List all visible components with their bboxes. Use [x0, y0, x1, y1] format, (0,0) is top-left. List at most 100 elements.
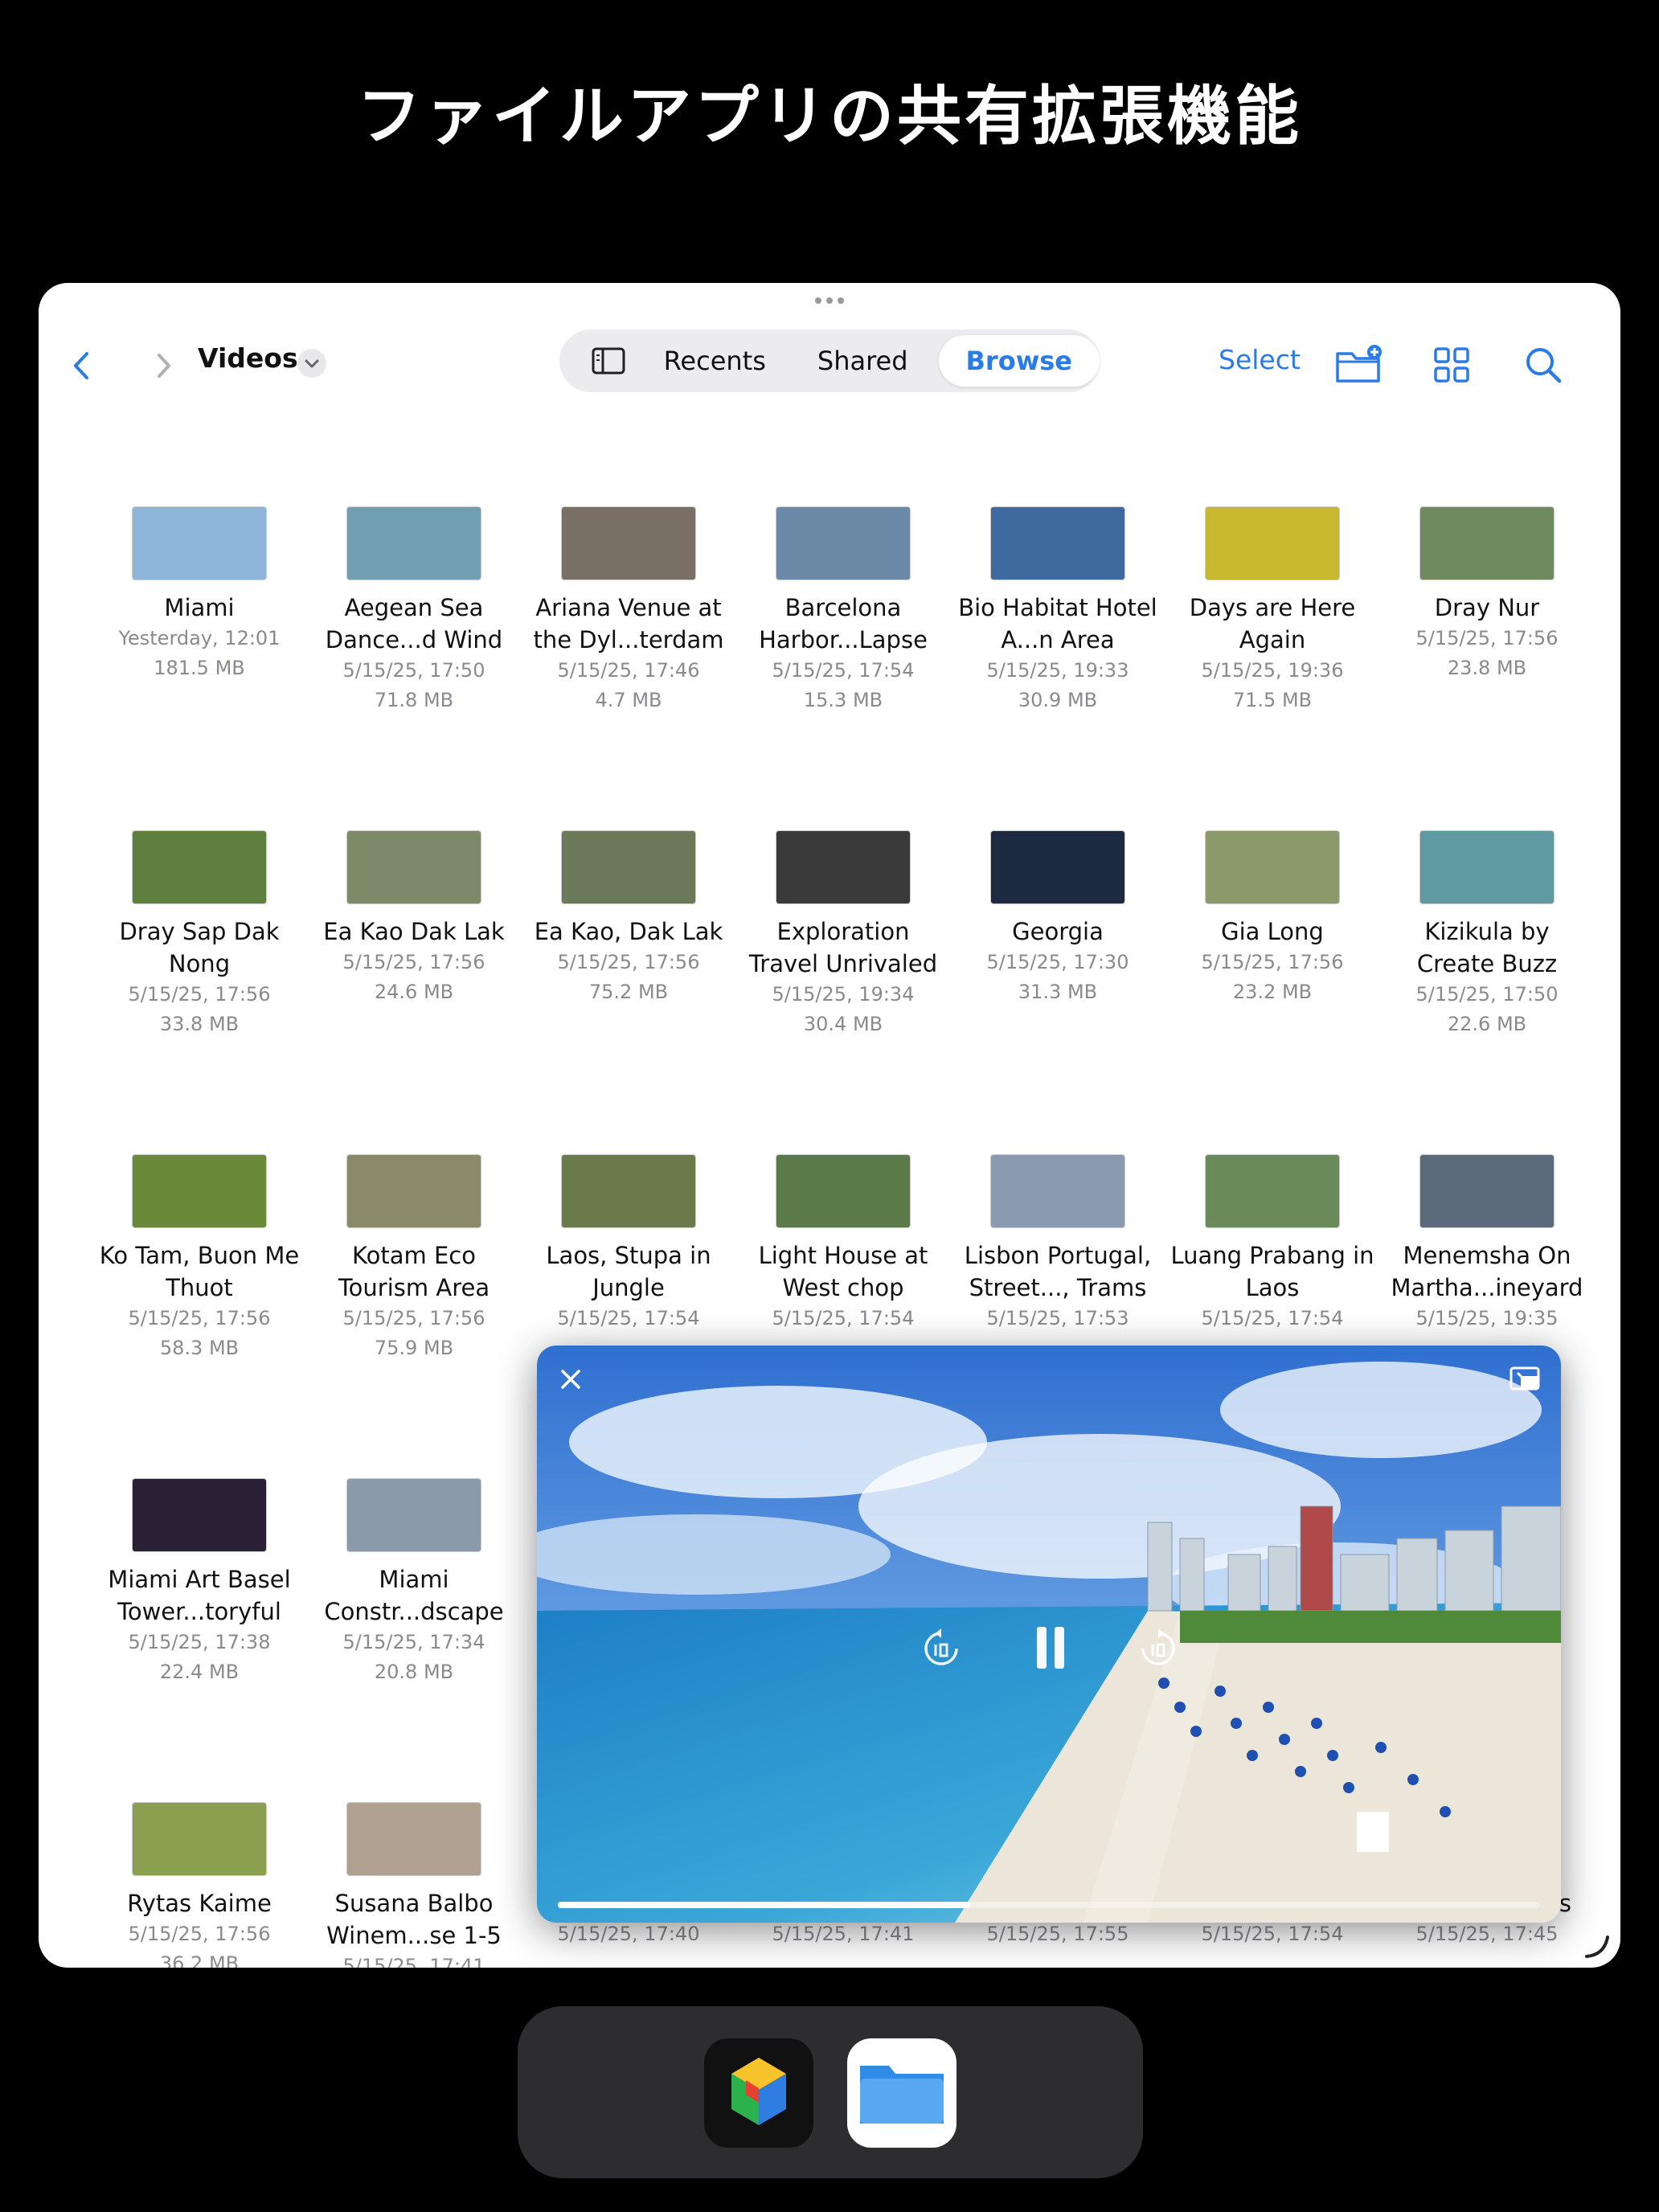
- file-tile[interactable]: Laos, Stupa in Jungle 5/15/25, 17:54: [524, 1154, 733, 1333]
- file-size: 30.4 MB: [803, 1013, 883, 1035]
- file-size: 71.5 MB: [1232, 689, 1313, 711]
- select-button[interactable]: Select: [1219, 344, 1301, 375]
- file-thumbnail[interactable]: [1205, 506, 1340, 580]
- search-icon[interactable]: [1518, 339, 1569, 391]
- file-size: 22.6 MB: [1447, 1013, 1527, 1035]
- file-thumbnail[interactable]: [132, 830, 267, 904]
- file-thumbnail[interactable]: [990, 1154, 1125, 1228]
- file-date: 5/15/25, 17:56: [128, 983, 271, 1006]
- file-name: Miami Art Basel Tower...toryful: [108, 1566, 291, 1625]
- file-tile[interactable]: Kizikula by Create Buzz 5/15/25, 17:50 22.…: [1382, 830, 1591, 1039]
- file-size: 71.8 MB: [374, 689, 454, 711]
- file-date: 5/15/25, 17:56: [128, 1307, 271, 1329]
- file-thumbnail[interactable]: [132, 506, 267, 580]
- file-thumbnail[interactable]: [1205, 830, 1340, 904]
- file-size: 20.8 MB: [374, 1661, 454, 1683]
- file-date: 5/15/25, 17:45: [1415, 1923, 1559, 1945]
- file-tile[interactable]: Dray Nur 5/15/25, 17:56 23.8 MB: [1382, 506, 1591, 683]
- file-thumbnail[interactable]: [346, 830, 481, 904]
- file-thumbnail[interactable]: [990, 830, 1125, 904]
- file-tile[interactable]: Light House at West chop 5/15/25, 17:54: [739, 1154, 948, 1333]
- file-tile[interactable]: Days are Here Again 5/15/25, 19:36 71.5 MB: [1168, 506, 1377, 715]
- file-tile[interactable]: Kotam Eco Tourism Area 5/15/25, 17:56 75.9…: [309, 1154, 518, 1363]
- file-name: Gia Long: [1221, 918, 1324, 945]
- sidebar-toggle-icon[interactable]: [579, 337, 638, 385]
- file-date: 5/15/25, 17:53: [986, 1307, 1129, 1329]
- file-tile[interactable]: Rytas Kaime 5/15/25, 17:56 36.2 MB: [95, 1802, 304, 1968]
- file-tile[interactable]: Luang Prabang in Laos 5/15/25, 17:54: [1168, 1154, 1377, 1333]
- file-tile[interactable]: Bio Habitat Hotel A...n Area 5/15/25, 19:…: [953, 506, 1162, 715]
- file-tile[interactable]: Exploration Travel Unrivaled 5/15/25, 19:…: [739, 830, 948, 1039]
- skip-back-10-icon[interactable]: [920, 1627, 963, 1670]
- file-tile[interactable]: Dray Sap Dak Nong 5/15/25, 17:56 33.8 MB: [95, 830, 304, 1039]
- tab-browse[interactable]: Browse: [938, 335, 1100, 387]
- file-date: 5/15/25, 17:54: [1201, 1307, 1344, 1329]
- files-app-icon[interactable]: [847, 2038, 956, 2148]
- file-thumbnail[interactable]: [776, 1154, 911, 1228]
- file-size: 30.9 MB: [1018, 689, 1098, 711]
- file-thumbnail[interactable]: [1419, 1154, 1555, 1228]
- progress-track[interactable]: [558, 1902, 1540, 1908]
- file-thumbnail[interactable]: [346, 1478, 481, 1552]
- file-tile[interactable]: Georgia 5/15/25, 17:30 31.3 MB: [953, 830, 1162, 1007]
- tab-recents[interactable]: Recents: [638, 335, 792, 387]
- file-thumbnail[interactable]: [561, 506, 696, 580]
- file-date: 5/15/25, 17:56: [1415, 627, 1559, 649]
- file-tile[interactable]: Aegean Sea Dance...d Wind 5/15/25, 17:50 7…: [309, 506, 518, 715]
- file-thumbnail[interactable]: [132, 1154, 267, 1228]
- forward-chevron-icon[interactable]: [143, 346, 183, 386]
- file-thumbnail[interactable]: [132, 1802, 267, 1876]
- file-thumbnail[interactable]: [776, 506, 911, 580]
- file-tile[interactable]: Gia Long 5/15/25, 17:56 23.2 MB: [1168, 830, 1377, 1007]
- restore-pip-icon[interactable]: [1508, 1363, 1543, 1395]
- file-thumbnail[interactable]: [346, 1802, 481, 1876]
- pause-icon[interactable]: [1029, 1622, 1072, 1673]
- file-tile[interactable]: Miami Yesterday, 12:01 181.5 MB: [95, 506, 304, 683]
- view-segmented-control: Recents Shared Browse: [559, 330, 1100, 392]
- file-tile[interactable]: Barcelona Harbor...Lapse 5/15/25, 17:54 15…: [739, 506, 948, 715]
- file-date: 5/15/25, 17:50: [1415, 983, 1559, 1006]
- file-date: 5/15/25, 17:54: [772, 1307, 915, 1329]
- file-tile[interactable]: Ea Kao, Dak Lak 5/15/25, 17:56 75.2 MB: [524, 830, 733, 1007]
- file-size: 23.2 MB: [1232, 981, 1313, 1003]
- tab-shared[interactable]: Shared: [792, 335, 934, 387]
- file-tile[interactable]: Ko Tam, Buon Me Thuot 5/15/25, 17:56 58.3 …: [95, 1154, 304, 1363]
- file-date: 5/15/25, 17:56: [342, 1307, 485, 1329]
- file-size: 75.9 MB: [374, 1337, 454, 1359]
- file-tile[interactable]: Ariana Venue at the Dyl...terdam 5/15/25,…: [524, 506, 733, 715]
- grid-view-icon[interactable]: [1426, 339, 1477, 391]
- file-thumbnail[interactable]: [561, 1154, 696, 1228]
- resize-handle-icon[interactable]: [1580, 1929, 1612, 1961]
- close-icon[interactable]: [555, 1363, 587, 1395]
- file-thumbnail[interactable]: [561, 830, 696, 904]
- file-tile[interactable]: Menemsha On Martha...ineyard 5/15/25, 19:…: [1382, 1154, 1591, 1333]
- file-thumbnail[interactable]: [132, 1478, 267, 1552]
- new-folder-icon[interactable]: [1333, 339, 1384, 391]
- file-thumbnail[interactable]: [346, 1154, 481, 1228]
- file-thumbnail[interactable]: [346, 506, 481, 580]
- file-name: Bio Habitat Hotel A...n Area: [958, 594, 1157, 653]
- file-tile[interactable]: Lisbon Portugal, Street..., Trams 5/15/25…: [953, 1154, 1162, 1333]
- file-name: Menemsha On Martha...ineyard: [1391, 1242, 1583, 1301]
- file-tile[interactable]: Miami Art Basel Tower...toryful 5/15/25, …: [95, 1478, 304, 1687]
- file-name: Dray Nur: [1434, 594, 1540, 621]
- file-name: Dray Sap Dak Nong: [119, 918, 280, 977]
- file-date: 5/15/25, 17:56: [342, 951, 485, 973]
- file-thumbnail[interactable]: [990, 506, 1125, 580]
- file-date: 5/15/25, 17:30: [986, 951, 1129, 973]
- file-thumbnail[interactable]: [1419, 830, 1555, 904]
- file-tile[interactable]: Susana Balbo Winem...se 1-5 5/15/25, 17:4…: [309, 1802, 518, 1968]
- shortcuts-app-icon[interactable]: [704, 2038, 813, 2148]
- back-chevron-icon[interactable]: [63, 346, 103, 386]
- file-thumbnail[interactable]: [776, 830, 911, 904]
- skip-forward-10-icon[interactable]: [1137, 1627, 1180, 1670]
- video-player-overlay[interactable]: [537, 1346, 1561, 1923]
- file-tile[interactable]: Ea Kao Dak Lak 5/15/25, 17:56 24.6 MB: [309, 830, 518, 1007]
- folder-menu-chevron-icon[interactable]: [297, 349, 326, 378]
- file-size: 181.5 MB: [154, 657, 245, 679]
- file-size: 31.3 MB: [1018, 981, 1098, 1003]
- file-thumbnail[interactable]: [1205, 1154, 1340, 1228]
- file-date: Yesterday, 12:01: [118, 627, 281, 649]
- file-tile[interactable]: Miami Constr...dscape 5/15/25, 17:34 20.8 …: [309, 1478, 518, 1687]
- file-thumbnail[interactable]: [1419, 506, 1555, 580]
